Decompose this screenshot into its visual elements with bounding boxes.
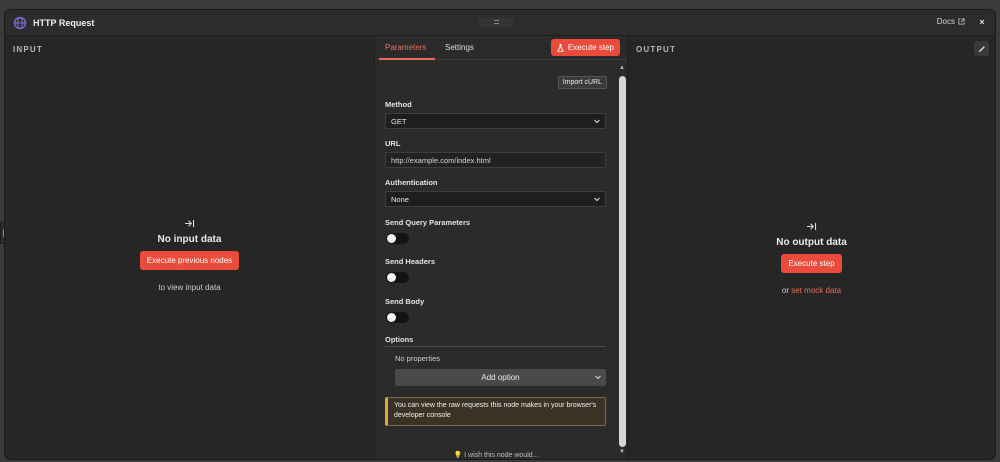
close-button[interactable]: × [975,15,989,29]
no-input-title: No input data [157,234,222,245]
drag-grip-icon [493,20,499,24]
chevron-down-icon [594,119,600,124]
globe-icon [13,16,27,30]
execute-step-label: Execute step [567,43,614,52]
panel-drag-handle[interactable] [478,17,514,27]
pencil-icon [978,45,985,52]
parameters-panel: Parameters Settings Execute step Import … [374,36,628,459]
set-mock-data-link[interactable]: set mock data [791,286,841,295]
raw-requests-notice: You can view the raw requests this node … [385,397,606,426]
send-query-label: Send Query Parameters [385,218,471,227]
input-panel: INPUT No input data Execute previous nod… [5,36,374,459]
docs-link[interactable]: Docs [937,17,965,26]
authentication-value: None [391,194,409,204]
external-link-icon [958,18,965,25]
active-tab-indicator [379,58,435,60]
send-headers-toggle[interactable] [386,272,409,283]
node-title: HTTP Request [33,17,95,28]
add-option-button[interactable]: Add option [395,369,606,386]
authentication-select[interactable]: None [385,191,606,207]
toggle-knob [387,234,396,243]
scrollbar-thumb[interactable] [619,76,626,447]
options-divider [385,346,606,347]
docs-label: Docs [936,17,955,26]
send-body-label: Send Body [385,297,425,306]
toggle-knob [387,313,396,322]
flask-icon [556,43,564,52]
send-headers-label: Send Headers [385,257,436,266]
authentication-label: Authentication [385,178,438,187]
import-curl-button[interactable]: Import cURL [557,76,607,89]
options-label: Options [385,335,414,344]
url-value: http://example.com/index.html [391,155,491,165]
execute-step-output-button[interactable]: Execute step [781,254,842,273]
send-body-toggle[interactable] [386,312,409,323]
send-query-toggle[interactable] [386,233,409,244]
wish-label: I wish this node would... [464,452,539,459]
no-output-title: No output data [776,237,847,248]
method-label: Method [385,100,412,109]
scroll-down-arrow-icon[interactable]: ▼ [619,449,625,455]
chevron-down-icon [594,197,600,202]
lightbulb-icon: 💡 [453,452,463,459]
input-empty-state: No input data Execute previous nodes to … [5,219,374,292]
output-hint-prefix: or [781,286,790,295]
output-panel-label: OUTPUT [636,45,677,54]
method-value: GET [391,116,407,126]
arrow-to-line-icon [185,219,195,228]
edit-output-button[interactable] [974,41,989,56]
method-select[interactable]: GET [385,113,606,129]
node-tabs: Parameters Settings Execute step [375,36,627,60]
toggle-knob [387,273,396,282]
output-hint: or set mock data [782,286,841,295]
tab-settings[interactable]: Settings [445,43,474,52]
execute-previous-nodes-button[interactable]: Execute previous nodes [139,251,240,270]
wish-link[interactable]: 💡 I wish this node would... [385,451,607,459]
chevron-down-icon [595,375,601,380]
add-option-label: Add option [481,373,520,382]
output-empty-state: No output data Execute step or set mock … [628,222,995,295]
url-input[interactable]: http://example.com/index.html [385,152,606,168]
tab-parameters[interactable]: Parameters [385,43,426,52]
parameters-form: Import cURL Method GET URL http://exampl… [385,62,607,459]
url-label: URL [385,139,401,148]
execute-step-button[interactable]: Execute step [550,39,620,56]
output-panel: OUTPUT No output data Execute step or se… [628,36,995,459]
arrow-to-line-icon [807,222,817,231]
node-modal: HTTP Request Docs × INPUT No input data … [4,9,996,460]
input-panel-label: INPUT [13,45,43,54]
no-properties-text: No properties [395,354,441,363]
input-hint: to view input data [158,283,221,292]
scroll-up-arrow-icon[interactable]: ▲ [619,65,625,71]
